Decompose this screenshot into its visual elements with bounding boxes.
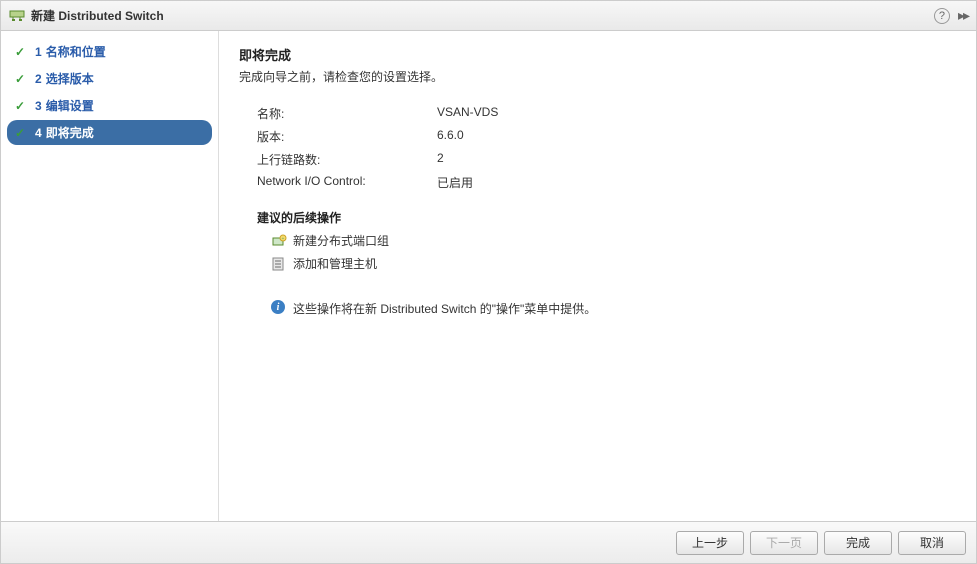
- summary-value: 已启用: [437, 174, 473, 191]
- svg-text:+: +: [282, 236, 285, 242]
- suggested-actions-title: 建议的后续操作: [239, 209, 956, 226]
- check-icon: ✓: [15, 99, 29, 113]
- wizard-content: 即将完成 完成向导之前，请检查您的设置选择。 名称: VSAN-VDS 版本: …: [219, 31, 976, 521]
- dvs-icon: [9, 8, 25, 24]
- summary-value: 6.6.0: [437, 128, 464, 145]
- cancel-button[interactable]: 取消: [898, 531, 966, 555]
- action-new-portgroup: + 新建分布式端口组: [239, 232, 956, 249]
- dialog-title: 新建 Distributed Switch: [31, 7, 934, 24]
- action-label: 新建分布式端口组: [293, 232, 389, 249]
- content-heading: 即将完成: [239, 45, 956, 64]
- back-button[interactable]: 上一步: [676, 531, 744, 555]
- info-icon: i: [271, 300, 285, 314]
- wizard-footer: 上一步 下一页 完成 取消: [1, 521, 976, 563]
- summary-row-name: 名称: VSAN-VDS: [239, 105, 956, 122]
- check-icon: ✓: [15, 126, 29, 140]
- summary-key: 上行链路数:: [257, 151, 437, 168]
- wizard-step-ready-complete[interactable]: ✓ 4 即将完成: [7, 120, 212, 145]
- summary-value: VSAN-VDS: [437, 105, 498, 122]
- action-label: 添加和管理主机: [293, 255, 377, 272]
- finish-button[interactable]: 完成: [824, 531, 892, 555]
- summary-key: 版本:: [257, 128, 437, 145]
- content-subtitle: 完成向导之前，请检查您的设置选择。: [239, 68, 956, 85]
- summary-value: 2: [437, 151, 444, 168]
- wizard-steps-sidebar: ✓ 1 名称和位置 ✓ 2 选择版本 ✓ 3 编辑设置 ✓ 4 即将完成: [1, 31, 219, 521]
- expand-icon[interactable]: ▸▸: [958, 7, 968, 24]
- help-icon[interactable]: ?: [934, 8, 950, 24]
- check-icon: ✓: [15, 45, 29, 59]
- info-text: 这些操作将在新 Distributed Switch 的"操作"菜单中提供。: [293, 300, 596, 317]
- portgroup-icon: +: [271, 233, 287, 249]
- wizard-step-select-version[interactable]: ✓ 2 选择版本: [1, 66, 218, 91]
- summary-row-version: 版本: 6.6.0: [239, 128, 956, 145]
- wizard-step-name-location[interactable]: ✓ 1 名称和位置: [1, 39, 218, 64]
- summary-key: Network I/O Control:: [257, 174, 437, 191]
- summary-row-nioc: Network I/O Control: 已启用: [239, 174, 956, 191]
- titlebar: 新建 Distributed Switch ? ▸▸: [1, 1, 976, 31]
- summary-key: 名称:: [257, 105, 437, 122]
- hosts-icon: [271, 256, 287, 272]
- wizard-step-edit-settings[interactable]: ✓ 3 编辑设置: [1, 93, 218, 118]
- check-icon: ✓: [15, 72, 29, 86]
- next-button: 下一页: [750, 531, 818, 555]
- action-add-manage-hosts: 添加和管理主机: [239, 255, 956, 272]
- summary-row-uplinks: 上行链路数: 2: [239, 151, 956, 168]
- info-note: i 这些操作将在新 Distributed Switch 的"操作"菜单中提供。: [239, 300, 956, 317]
